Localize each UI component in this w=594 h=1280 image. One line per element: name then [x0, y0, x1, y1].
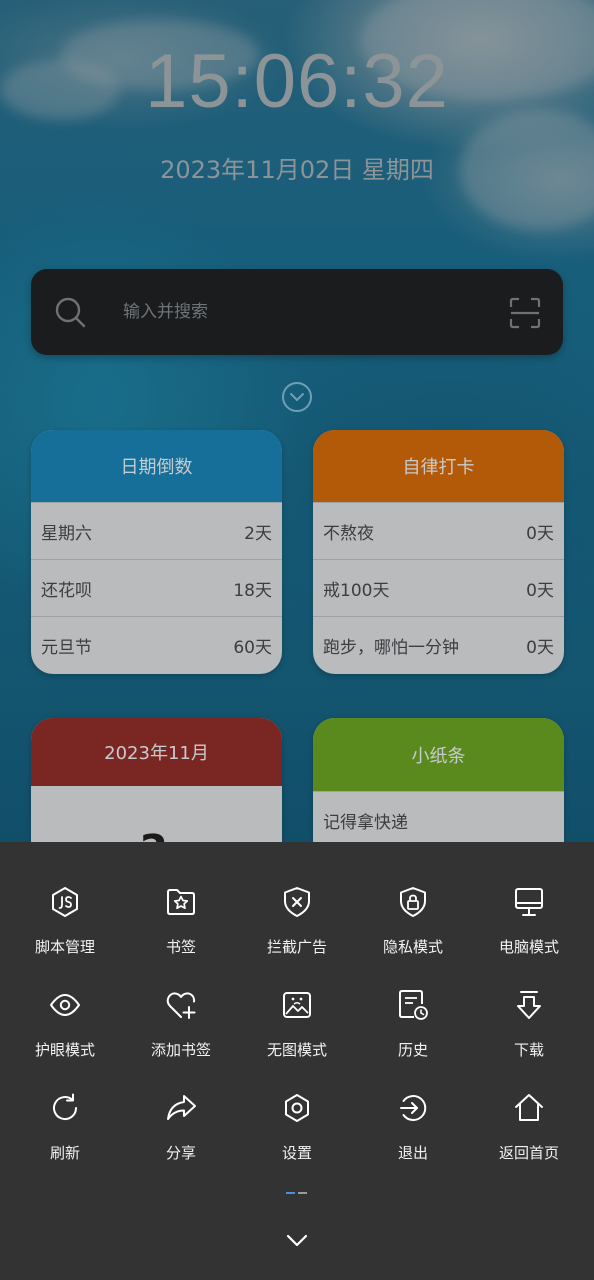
menu-item-label: 脚本管理	[34, 938, 95, 956]
menu-item-eye-care-mode[interactable]: 护眼模式	[7, 989, 123, 1079]
page-indicator-inactive	[298, 1192, 307, 1194]
bookmark-folder-icon	[167, 889, 195, 915]
menu-item-exit[interactable]: 退出	[355, 1092, 471, 1182]
checkin-card[interactable]: 自律打卡 不熬夜 0天 戒100天 0天 跑步，哪怕一分钟 0天	[313, 430, 564, 674]
menu-item-label: 隐私模式	[382, 938, 443, 956]
search-bar[interactable]	[31, 269, 563, 355]
calendar-day-number: 2	[140, 828, 170, 842]
item-value: 0天	[526, 580, 554, 601]
clock-time: 15:06:32	[145, 39, 449, 124]
list-item[interactable]: 不熬夜 0天	[313, 502, 564, 559]
menu-item-label: 电脑模式	[498, 938, 559, 956]
calendar-card-title: 2023年11月	[31, 718, 282, 786]
menu-item-label: 添加书签	[150, 1041, 211, 1059]
search-icon	[55, 297, 86, 328]
item-label: 记得拿快递	[323, 812, 408, 833]
item-value: 0天	[526, 523, 554, 544]
list-item[interactable]: 戒100天 0天	[313, 559, 564, 616]
page-indicator	[286, 1192, 308, 1195]
monitor-icon	[515, 888, 543, 916]
menu-item-desktop-mode[interactable]: 电脑模式	[471, 886, 587, 976]
no-image-icon	[283, 992, 311, 1018]
list-item[interactable]: 跑步，哪怕一分钟 0天	[313, 616, 564, 673]
menu-item-history[interactable]: 历史	[355, 989, 471, 1079]
download-icon	[517, 991, 541, 1019]
list-item[interactable]: 星期六 2天	[31, 502, 282, 559]
menu-item-bookmarks[interactable]: 书签	[123, 886, 239, 976]
item-label: 戒100天	[323, 580, 390, 601]
menu-item-settings[interactable]: 设置	[239, 1092, 355, 1182]
menu-item-label: 分享	[165, 1144, 196, 1162]
menu-item-no-image-mode[interactable]: 无图模式	[239, 989, 355, 1079]
menu-item-refresh[interactable]: 刷新	[7, 1092, 123, 1182]
menu-item-share[interactable]: 分享	[123, 1092, 239, 1182]
checkin-card-title: 自律打卡	[313, 430, 564, 502]
menu-item-label: 返回首页	[498, 1144, 559, 1162]
item-value: 2天	[244, 523, 272, 544]
menu-item-label: 无图模式	[266, 1041, 327, 1059]
menu-item-download[interactable]: 下载	[471, 989, 587, 1079]
countdown-card-title: 日期倒数	[31, 430, 282, 502]
item-label: 还花呗	[41, 580, 92, 601]
menu-item-label: 设置	[281, 1144, 312, 1162]
collapse-chevron-down-icon[interactable]	[285, 1230, 309, 1250]
share-icon	[167, 1095, 196, 1120]
item-value: 18天	[233, 580, 272, 601]
item-value: 60天	[233, 637, 272, 658]
bottom-menu-panel: 脚本管理 书签 拦截广告 隐私模式 电脑模式 护眼模式 添加书签 无图模式 历史…	[0, 842, 594, 1280]
list-item[interactable]: 还花呗 18天	[31, 559, 282, 616]
menu-item-home[interactable]: 返回首页	[471, 1092, 587, 1182]
menu-item-label: 拦截广告	[266, 938, 327, 956]
menu-item-label: 历史	[397, 1041, 428, 1059]
refresh-icon	[53, 1093, 78, 1121]
js-script-icon	[52, 887, 78, 917]
menu-item-privacy-mode[interactable]: 隐私模式	[355, 886, 471, 976]
search-input[interactable]	[123, 297, 483, 327]
home-icon	[515, 1094, 543, 1121]
list-item[interactable]: 记得拿快递	[313, 791, 564, 848]
menu-item-label: 下载	[513, 1041, 544, 1059]
eye-icon	[50, 994, 80, 1016]
item-label: 不熬夜	[323, 523, 374, 544]
item-label: 跑步，哪怕一分钟	[323, 637, 459, 658]
wallpaper-background	[0, 0, 594, 842]
shield-block-icon	[284, 887, 310, 917]
shield-lock-icon	[400, 887, 426, 917]
notes-card-title: 小纸条	[313, 718, 564, 791]
menu-item-script-manager[interactable]: 脚本管理	[7, 886, 123, 976]
heart-plus-icon	[166, 992, 196, 1019]
menu-item-block-ads[interactable]: 拦截广告	[239, 886, 355, 976]
clock-date: 2023年11月02日 星期四	[160, 156, 434, 184]
item-label: 元旦节	[41, 637, 92, 658]
history-icon	[399, 990, 428, 1020]
menu-item-add-bookmark[interactable]: 添加书签	[123, 989, 239, 1079]
menu-item-label: 刷新	[49, 1144, 80, 1162]
expand-circle-icon[interactable]	[281, 381, 313, 413]
page-indicator-active	[286, 1192, 295, 1194]
item-label: 星期六	[41, 523, 92, 544]
menu-item-label: 护眼模式	[34, 1041, 95, 1059]
countdown-card[interactable]: 日期倒数 星期六 2天 还花呗 18天 元旦节 60天	[31, 430, 282, 674]
exit-icon	[400, 1095, 427, 1121]
menu-item-label: 退出	[397, 1144, 428, 1162]
settings-hex-icon	[285, 1094, 309, 1122]
item-value: 0天	[526, 637, 554, 658]
menu-item-label: 书签	[165, 938, 196, 956]
scan-icon[interactable]	[509, 297, 541, 329]
list-item[interactable]: 元旦节 60天	[31, 616, 282, 673]
